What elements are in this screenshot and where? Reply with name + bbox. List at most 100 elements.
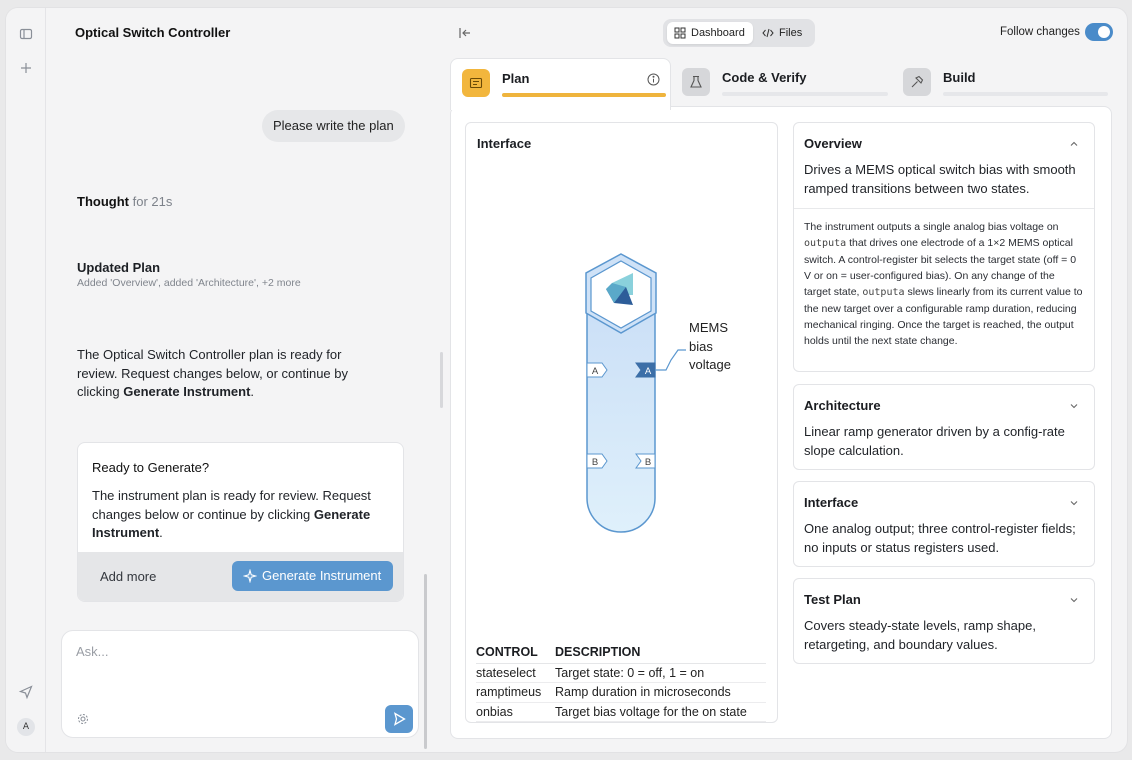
architecture-summary: Linear ramp generator driven by a config… xyxy=(804,424,1065,458)
hammer-icon xyxy=(911,75,924,88)
output-label: MEMS bias voltage xyxy=(689,319,731,375)
tab-plan[interactable]: Plan xyxy=(450,58,671,110)
user-message-bubble: Please write the plan xyxy=(262,110,405,142)
table-cell-description: Target state: 0 = off, 1 = on xyxy=(555,663,766,683)
collapse-panel-icon[interactable] xyxy=(458,26,472,40)
assistant-message-bold: Generate Instrument xyxy=(123,384,251,399)
output-label-line-2: bias xyxy=(689,338,713,354)
table-row: onbias Target bias voltage for the on st… xyxy=(476,702,766,722)
add-more-button[interactable]: Add more xyxy=(100,569,156,584)
interface-section-summary: One analog output; three control-registe… xyxy=(804,521,1076,555)
plan-tab-icon-box xyxy=(462,69,490,97)
overview-summary: Drives a MEMS optical switch bias with s… xyxy=(804,162,1076,196)
interface-section-title[interactable]: Interface xyxy=(804,495,858,510)
plan-progress-bar xyxy=(502,93,666,97)
chat-title: Optical Switch Controller xyxy=(75,25,231,40)
tab-code-verify[interactable]: Code & Verify xyxy=(671,58,891,106)
table-cell-control: onbias xyxy=(476,702,555,722)
interface-section[interactable]: Interface One analog output; three contr… xyxy=(793,481,1095,567)
code-verify-progress-bar xyxy=(722,92,888,96)
table-cell-description: Ramp duration in microseconds xyxy=(555,682,766,703)
instrument-diagram: A B A B xyxy=(585,253,686,533)
overview-detail-code-2: outputa xyxy=(862,287,905,298)
thought-indicator[interactable]: Thought for 21s xyxy=(77,194,172,209)
chevron-down-icon[interactable] xyxy=(1068,594,1080,606)
sparkle-icon xyxy=(243,569,257,583)
table-header-row: CONTROL DESCRIPTION xyxy=(476,638,766,664)
updated-plan-summary: Added 'Overview', added 'Architecture', … xyxy=(77,277,301,289)
table-header-control: CONTROL xyxy=(476,638,555,664)
port-right-b-label: B xyxy=(645,457,651,468)
test-plan-summary: Covers steady-state levels, ramp shape, … xyxy=(804,618,1036,652)
build-tab-icon-box xyxy=(903,68,931,96)
generate-instrument-button[interactable]: Generate Instrument xyxy=(232,561,393,591)
chevron-up-icon[interactable] xyxy=(1068,138,1080,150)
table-cell-control: ramptimeus xyxy=(476,682,555,703)
tab-plan-label: Plan xyxy=(502,71,530,86)
chevron-down-icon[interactable] xyxy=(1068,497,1080,509)
files-tab[interactable]: Files xyxy=(755,22,811,44)
new-chat-plus-icon[interactable] xyxy=(18,60,34,76)
table-cell-description: Target bias voltage for the on state xyxy=(555,702,766,722)
code-verify-tab-icon-box xyxy=(682,68,710,96)
files-label: Files xyxy=(779,27,803,39)
updated-plan-title[interactable]: Updated Plan xyxy=(77,260,160,275)
follow-changes-label: Follow changes xyxy=(1000,26,1080,38)
assistant-message: The Optical Switch Controller plan is re… xyxy=(77,346,377,402)
dashboard-tab[interactable]: Dashboard xyxy=(667,22,753,44)
send-icon xyxy=(393,712,406,726)
table-header-description: DESCRIPTION xyxy=(555,638,766,664)
interface-panel: Interface A B A B MEMS bias voltage CONT… xyxy=(465,122,778,723)
chat-panel: Optical Switch Controller Please write t… xyxy=(46,8,446,752)
overview-detail-code-1: outputa xyxy=(804,238,847,249)
ask-input[interactable] xyxy=(76,644,396,659)
chat-scrollbar[interactable] xyxy=(424,574,427,749)
thought-time: for 21s xyxy=(132,194,173,209)
grid-icon xyxy=(674,27,686,39)
assistant-message-end: . xyxy=(250,384,255,399)
settings-gear-icon[interactable] xyxy=(77,713,89,725)
port-right-a-label: A xyxy=(645,366,652,377)
card-title: Ready to Generate? xyxy=(92,460,210,475)
send-feedback-icon[interactable] xyxy=(18,684,34,700)
chat-resize-handle[interactable] xyxy=(440,352,443,408)
app-window: A Optical Switch Controller Please write… xyxy=(6,8,1127,752)
table-row: ramptimeus Ramp duration in microseconds xyxy=(476,682,766,703)
build-progress-bar xyxy=(943,92,1108,96)
card-body: The instrument plan is ready for review.… xyxy=(92,487,392,543)
output-label-line-3: voltage xyxy=(689,357,731,372)
send-button[interactable] xyxy=(385,705,413,733)
tab-build[interactable]: Build xyxy=(892,58,1112,106)
left-rail: A xyxy=(6,8,46,752)
test-plan-title[interactable]: Test Plan xyxy=(804,592,861,607)
architecture-title[interactable]: Architecture xyxy=(804,398,881,413)
sidebar-toggle-icon[interactable] xyxy=(18,26,34,42)
ask-box xyxy=(61,630,419,738)
info-icon[interactable] xyxy=(647,73,660,86)
port-left-b-label: B xyxy=(592,457,598,468)
output-label-line-1: MEMS xyxy=(689,320,728,335)
control-table: CONTROL DESCRIPTION stateselect Target s… xyxy=(476,638,766,722)
follow-changes-toggle[interactable] xyxy=(1085,23,1113,41)
table-row: stateselect Target state: 0 = off, 1 = o… xyxy=(476,663,766,683)
tab-build-label: Build xyxy=(943,70,976,85)
overview-section: Overview Drives a MEMS optical switch bi… xyxy=(793,122,1095,372)
view-switcher: Dashboard Files xyxy=(663,19,815,47)
user-avatar[interactable]: A xyxy=(17,718,35,736)
card-footer: Add more Generate Instrument xyxy=(78,552,403,601)
test-plan-section[interactable]: Test Plan Covers steady-state levels, ra… xyxy=(793,578,1095,664)
overview-title[interactable]: Overview xyxy=(804,136,862,151)
chevron-down-icon[interactable] xyxy=(1068,400,1080,412)
document-list-icon xyxy=(469,77,483,89)
table-cell-control: stateselect xyxy=(476,663,555,683)
thought-label: Thought xyxy=(77,194,129,209)
flask-icon xyxy=(690,75,702,88)
ready-to-generate-card: Ready to Generate? The instrument plan i… xyxy=(77,442,404,602)
port-left-a-label: A xyxy=(592,366,599,377)
overview-detail-text-1: The instrument outputs a single analog b… xyxy=(804,221,1059,233)
dashboard-label: Dashboard xyxy=(691,27,745,39)
output-connector xyxy=(655,349,686,371)
architecture-section[interactable]: Architecture Linear ramp generator drive… xyxy=(793,384,1095,470)
code-icon xyxy=(762,28,774,38)
toggle-knob xyxy=(1098,26,1110,38)
